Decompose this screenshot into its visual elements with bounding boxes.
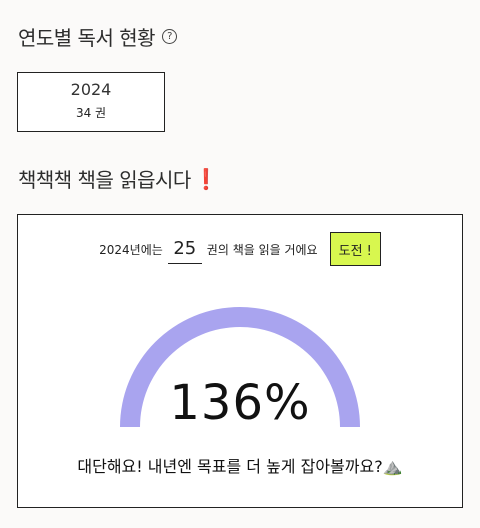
- encouragement-message: 대단해요! 내년엔 목표를 더 높게 잡아볼까요?⛰️: [77, 457, 403, 476]
- exclamation-icon: ❗: [193, 166, 219, 191]
- yearly-reading-title-text: 연도별 독서 현황: [18, 26, 156, 50]
- yearly-reading-title: 연도별 독서 현황 ?: [18, 22, 178, 51]
- year-card-count: 34 권: [75, 106, 107, 120]
- reading-challenge-title: 책책책 책을 읽읍시다 ❗: [18, 164, 219, 193]
- year-card-2024[interactable]: 2024 34 권: [17, 72, 165, 132]
- reading-challenge-title-text: 책책책 책을 읽읍시다: [18, 168, 191, 192]
- progress-percent: 136%: [169, 375, 311, 431]
- help-icon[interactable]: ?: [162, 29, 178, 44]
- year-card-year: 2024: [70, 80, 112, 99]
- reading-goal-panel: 2024년에는 권의 책을 읽을 거에요 도전 ! 136% 대단해요! 내년엔…: [17, 214, 463, 508]
